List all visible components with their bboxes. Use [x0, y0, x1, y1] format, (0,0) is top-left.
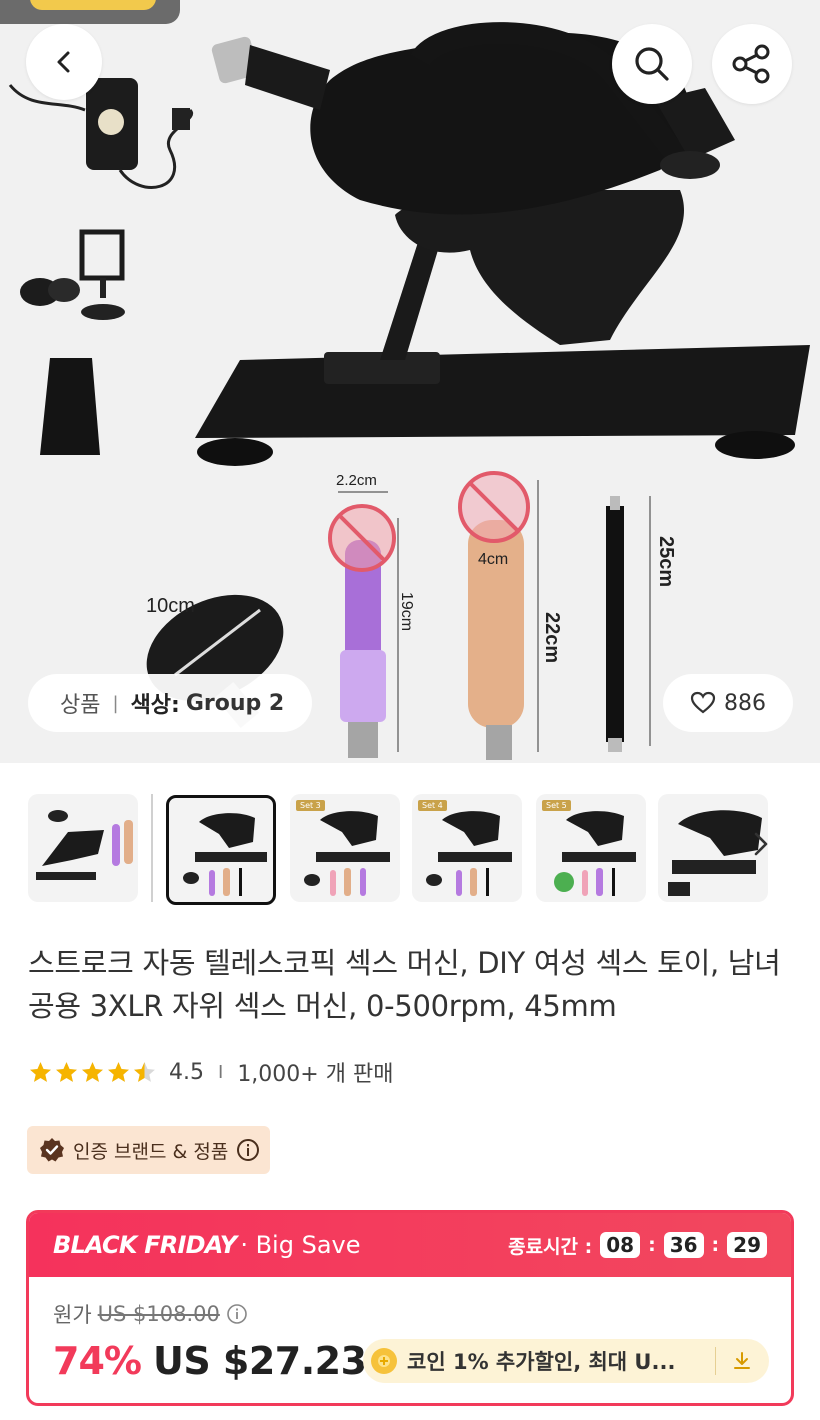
- info-icon[interactable]: [226, 1303, 248, 1325]
- variant-label: 색상:: [130, 693, 180, 718]
- rating-row[interactable]: 4.5 I 1,000+ 개 판매: [28, 1054, 393, 1090]
- svg-text:10cm: 10cm: [146, 595, 195, 617]
- thumbnail-4[interactable]: Set 4: [412, 794, 522, 902]
- svg-text:19cm: 19cm: [398, 592, 415, 631]
- back-chevron-icon: [57, 51, 70, 73]
- thumbnail-3[interactable]: Set 3: [290, 794, 400, 902]
- coin-discount-pill[interactable]: 코인 1% 추가할인, 최대 U...: [363, 1339, 769, 1383]
- like-count: 886: [724, 690, 766, 716]
- thumbnail-tag: Set 4: [418, 800, 447, 811]
- back-button[interactable]: [26, 24, 102, 100]
- storage-bag-image: [40, 358, 100, 455]
- original-price-row: 원가 US $108.00: [53, 1299, 248, 1329]
- promo-chip: [0, 0, 180, 24]
- black-friday-card: BLACK FRIDAY · Big Save 종료시간 : 08 : 36 :…: [26, 1210, 794, 1406]
- thumbnail-image: [36, 810, 133, 880]
- info-icon: [237, 1139, 260, 1161]
- like-button[interactable]: 886: [663, 674, 793, 732]
- star-icon: [82, 1061, 103, 1082]
- product-hero-image[interactable]: 10cm 2.2cm 19cm 4cm 22cm 25cm 상품 | 색상: G…: [0, 0, 820, 763]
- coin-download-button[interactable]: [727, 1347, 757, 1375]
- discount-percent: 74%: [53, 1339, 142, 1383]
- original-price: US $108.00: [97, 1302, 220, 1326]
- timer-label: 종료시간 :: [508, 1235, 593, 1258]
- verified-brand-badge[interactable]: 인증 브랜드 & 정품: [27, 1126, 271, 1174]
- black-friday-header: BLACK FRIDAY · Big Save 종료시간 : 08 : 36 :…: [29, 1213, 791, 1277]
- verified-check-icon: [40, 1138, 64, 1162]
- thumbnail-1[interactable]: [28, 794, 138, 902]
- verified-brand-label: 인증 브랜드 & 정품: [73, 1140, 229, 1163]
- big-save-label: · Big Save: [240, 1231, 361, 1259]
- original-price-label: 원가: [53, 1303, 92, 1327]
- thumbnail-strip[interactable]: Set 3 Set 4 Set 5: [0, 790, 820, 910]
- svg-text:2.2cm: 2.2cm: [336, 472, 377, 489]
- attachment-purple-image: 2.2cm 19cm: [328, 472, 415, 758]
- coin-icon: [371, 1348, 397, 1374]
- phone-holder-image: [20, 229, 125, 320]
- svg-text:4cm: 4cm: [478, 551, 508, 568]
- sold-count: 1,000+ 개 판매: [237, 1062, 394, 1087]
- countdown-timer: 종료시간 : 08 : 36 : 29: [508, 1232, 767, 1259]
- timer-hours: 08: [600, 1232, 641, 1258]
- variant-pill[interactable]: 상품 | 색상: Group 2: [28, 674, 313, 732]
- star-icon: [56, 1061, 77, 1082]
- machine-image: [195, 22, 810, 466]
- share-icon: [732, 44, 770, 84]
- search-button[interactable]: [612, 24, 692, 104]
- search-icon: [635, 47, 669, 81]
- share-button[interactable]: [712, 24, 792, 104]
- black-friday-label: BLACK FRIDAY: [53, 1231, 237, 1259]
- thumbnail-divider: [151, 794, 153, 902]
- rating-stars: [28, 1060, 157, 1085]
- heart-icon: [690, 691, 716, 714]
- rating-separator: I: [218, 1061, 224, 1083]
- thumbnail-5[interactable]: Set 5: [536, 794, 646, 902]
- timer-colon: :: [648, 1234, 656, 1256]
- price-section: 원가 US $108.00 74% US $27.23 코인 1% 추가할인, …: [29, 1277, 791, 1403]
- current-price: US $27.23: [152, 1339, 367, 1383]
- thumbnail-2-selected[interactable]: [166, 795, 276, 905]
- star-icon: [30, 1061, 51, 1082]
- product-photo: 10cm 2.2cm 19cm 4cm 22cm 25cm: [8, 22, 810, 760]
- power-adapter-image: [8, 78, 194, 189]
- timer-seconds: 29: [727, 1232, 767, 1258]
- star-icon: [108, 1061, 129, 1082]
- thumbnail-image: [183, 813, 267, 896]
- timer-colon: :: [711, 1234, 720, 1256]
- current-price-row: 74% US $27.23: [53, 1339, 367, 1383]
- rating-value: 4.5: [169, 1059, 204, 1085]
- star-icon: [134, 1061, 155, 1082]
- coin-discount-text: 코인 1% 추가할인, 최대 U...: [407, 1350, 676, 1374]
- category-label: 상품: [60, 693, 101, 718]
- thumbnail-next-button[interactable]: [741, 824, 781, 864]
- product-title: 스트로크 자동 텔레스코픽 섹스 머신, DIY 여성 섹스 토이, 남녀공용 …: [28, 946, 781, 1023]
- thumbnail-tag: Set 3: [296, 800, 325, 811]
- attachment-flesh-image: 4cm 22cm: [458, 471, 563, 760]
- coin-pill-divider: [715, 1347, 716, 1375]
- variant-value: Group 2: [185, 690, 285, 716]
- category-separator: |: [112, 692, 119, 714]
- download-icon: [734, 1352, 750, 1369]
- svg-text:25cm: 25cm: [655, 536, 677, 587]
- svg-text:22cm: 22cm: [541, 612, 563, 663]
- chevron-right-icon: [754, 832, 768, 856]
- thumbnail-tag: Set 5: [542, 800, 571, 811]
- timer-minutes: 36: [663, 1232, 704, 1258]
